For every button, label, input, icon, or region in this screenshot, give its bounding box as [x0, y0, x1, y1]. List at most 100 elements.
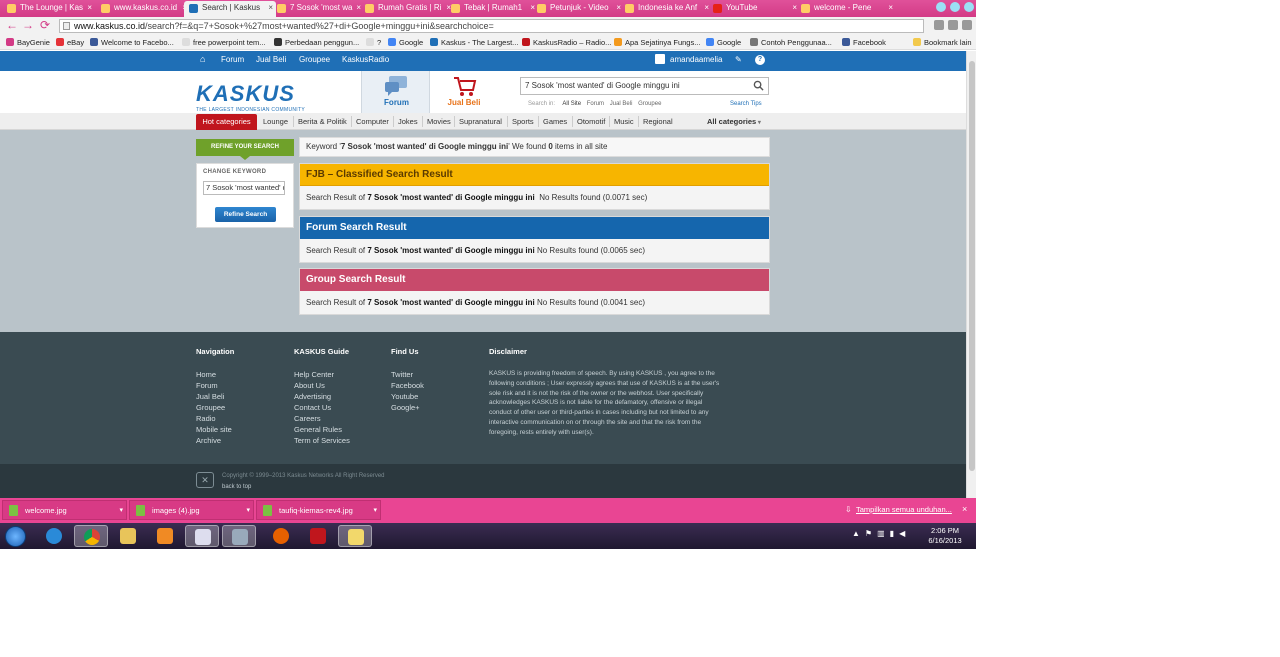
topnav-groupee[interactable]: Groupee [299, 55, 330, 64]
scrollbar-thumb[interactable] [969, 61, 975, 471]
category-games[interactable]: Games [543, 117, 567, 126]
browser-tab[interactable]: Indonesia ke Anf × [620, 1, 712, 17]
taskbar-firefox[interactable] [264, 525, 298, 547]
forward-icon[interactable]: → [22, 19, 34, 32]
category-computer[interactable]: Computer [356, 117, 389, 126]
bookmark-item[interactable]: ? [366, 37, 381, 48]
download-item[interactable]: welcome.jpg ▾ [2, 500, 127, 520]
hot-categories-button[interactable]: Hot categories [196, 114, 257, 130]
bookmark-item[interactable]: Contoh Penggunaa... [750, 37, 832, 48]
bookmark-item[interactable]: Apa Sejatinya Fungs... [614, 37, 700, 48]
show-all-downloads-link[interactable]: Tampilkan semua unduhan... [856, 505, 952, 514]
category-otomotif[interactable]: Otomotif [577, 117, 605, 126]
footer-link[interactable]: Mobile site [196, 424, 234, 435]
topnav-forum[interactable]: Forum [221, 55, 244, 64]
username[interactable]: amandaamelia [670, 55, 722, 64]
footer-link[interactable]: Careers [294, 413, 350, 424]
refine-search-button[interactable]: Refine Search [215, 207, 276, 222]
taskbar-app[interactable] [301, 525, 335, 547]
kaskus-logo[interactable]: KASKUS THE LARGEST INDONESIAN COMMUNITY [196, 81, 305, 113]
category-berita-politik[interactable]: Berita & Politik [298, 117, 347, 126]
footer-link[interactable]: Google+ [391, 402, 424, 413]
search-in-forum[interactable]: Forum [587, 101, 604, 107]
footer-link[interactable]: Archive [196, 435, 234, 446]
search-in-all-site[interactable]: All Site [562, 101, 581, 107]
bookmark-item[interactable]: free powerpoint tem... [182, 37, 266, 48]
category-regional[interactable]: Regional [643, 117, 673, 126]
category-lounge[interactable]: Lounge [263, 117, 288, 126]
download-item[interactable]: images (4).jpg ▾ [129, 500, 254, 520]
browser-tab[interactable]: The Lounge | Kas × [2, 1, 95, 17]
search-tips-link[interactable]: Search Tips [730, 101, 762, 107]
browser-tab-active[interactable]: Search | Kaskus × [184, 1, 276, 17]
browser-tab[interactable]: welcome - Pene × [796, 1, 896, 17]
chevron-down-icon[interactable]: ▾ [246, 501, 250, 520]
flag-icon[interactable]: ⚑ [865, 529, 872, 538]
home-icon[interactable]: ⌂ [200, 54, 205, 64]
bookmark-item[interactable]: Perbedaan penggun... [274, 37, 359, 48]
footer-link[interactable]: Advertising [294, 391, 350, 402]
footer-link[interactable]: Term of Services [294, 435, 350, 446]
footer-link[interactable]: Facebook [391, 380, 424, 391]
browser-tab[interactable]: Tebak | Rumah1 × [446, 1, 538, 17]
maximize-icon[interactable] [950, 2, 960, 12]
bookmark-item[interactable]: Facebook [842, 37, 886, 48]
category-supranatural[interactable]: Supranatural [459, 117, 502, 126]
footer-link[interactable]: Forum [196, 380, 234, 391]
footer-link[interactable]: Groupee [196, 402, 234, 413]
taskbar-internet-explorer[interactable] [37, 525, 71, 547]
all-categories-dropdown[interactable]: All categories ▾ [707, 117, 761, 126]
reload-icon[interactable]: ⟳ [40, 19, 50, 32]
close-icon[interactable]: × [87, 1, 92, 15]
footer-link[interactable]: Help Center [294, 369, 350, 380]
taskbar-remote[interactable] [222, 525, 256, 547]
back-to-top-link[interactable]: back to top [222, 484, 251, 490]
tab-jual-beli[interactable]: Jual Beli [431, 71, 497, 113]
tab-forum[interactable]: Forum [361, 71, 430, 113]
taskbar-media-player[interactable] [148, 525, 182, 547]
bookmark-item[interactable]: Kaskus - The Largest... [430, 37, 518, 48]
bookmark-item[interactable]: BayGenie [6, 37, 50, 48]
clock[interactable]: 2:06 PM 6/16/2013 [922, 526, 968, 546]
search-in-jual-beli[interactable]: Jual Beli [610, 101, 633, 107]
start-button[interactable] [5, 526, 26, 547]
edit-icon[interactable]: ✎ [735, 55, 742, 64]
search-icon[interactable] [753, 80, 764, 91]
footer-link[interactable]: Jual Beli [196, 391, 234, 402]
category-music[interactable]: Music [614, 117, 634, 126]
address-bar[interactable]: www.kaskus.co.id/search?f=&q=7+Sosok+%27… [59, 19, 924, 33]
minimize-icon[interactable] [936, 2, 946, 12]
category-movies[interactable]: Movies [427, 117, 451, 126]
taskbar-hp[interactable] [185, 525, 219, 547]
browser-tab[interactable]: 7 Sosok 'most wa × [272, 1, 364, 17]
bookmark-item[interactable]: Google [388, 37, 423, 48]
category-jokes[interactable]: Jokes [398, 117, 418, 126]
network-icon[interactable]: ▥ [877, 529, 885, 538]
help-icon[interactable]: ? [755, 55, 765, 65]
bookmark-item[interactable]: Google [706, 37, 741, 48]
browser-tab[interactable]: YouTube × [708, 1, 800, 17]
footer-link[interactable]: About Us [294, 380, 350, 391]
search-in-groupee[interactable]: Groupee [638, 101, 661, 107]
kaskus-footer-logo[interactable]: ✕ [196, 472, 214, 488]
change-keyword-input[interactable]: 7 Sosok 'most wanted' di Google minggu i… [203, 181, 285, 195]
back-icon[interactable]: ← [6, 19, 18, 32]
footer-link[interactable]: Contact Us [294, 402, 350, 413]
browser-tab[interactable]: Petunjuk - Video × [532, 1, 624, 17]
footer-link[interactable]: Radio [196, 413, 234, 424]
chevron-down-icon[interactable]: ▾ [119, 501, 123, 520]
category-sports[interactable]: Sports [512, 117, 534, 126]
search-input[interactable]: 7 Sosok 'most wanted' di Google minggu i… [520, 77, 769, 95]
taskbar-chrome[interactable] [74, 525, 108, 547]
bookmark-item[interactable]: KaskusRadio – Radio... [522, 37, 611, 48]
extension-icon[interactable] [948, 20, 958, 30]
topnav-jual-beli[interactable]: Jual Beli [256, 55, 286, 64]
bookmark-item[interactable]: eBay [56, 37, 84, 48]
footer-link[interactable]: Youtube [391, 391, 424, 402]
window-close-icon[interactable] [964, 2, 974, 12]
volume-icon[interactable]: ◀ [899, 529, 905, 538]
taskbar-explorer[interactable] [111, 525, 145, 547]
close-icon[interactable]: × [888, 1, 893, 15]
close-icon[interactable]: × [962, 504, 967, 514]
footer-link[interactable]: Home [196, 369, 234, 380]
